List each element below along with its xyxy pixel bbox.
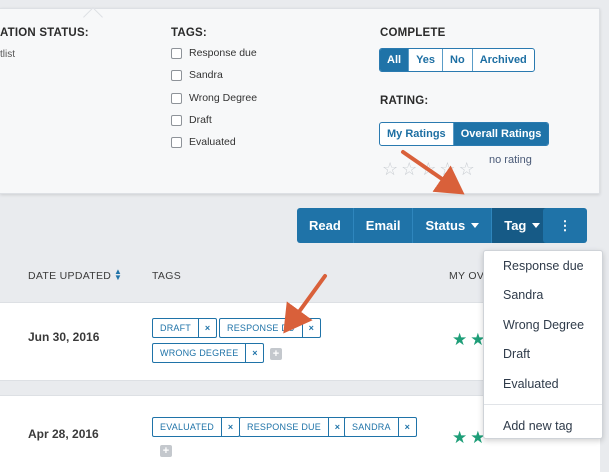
my-ratings-button[interactable]: My Ratings [380, 123, 453, 145]
no-rating-link[interactable]: no rating [489, 154, 532, 166]
star-filled-icon[interactable]: ★ [452, 331, 467, 348]
remove-tag-icon[interactable]: × [301, 319, 320, 337]
complete-filter-title: COMPLETE [380, 27, 446, 39]
column-header-tags: TAGS [152, 270, 182, 282]
tag-chip: DRAFT × [152, 318, 217, 338]
tag-dropdown-menu: Response due Sandra Wrong Degree Draft E… [483, 250, 603, 439]
remove-tag-icon[interactable]: × [198, 319, 216, 337]
menu-item-draft[interactable]: Draft [503, 347, 530, 361]
star-filled-icon[interactable]: ★ [452, 429, 467, 446]
row-date: Jun 30, 2016 [28, 330, 100, 344]
tag-filter-wrong-degree[interactable]: Wrong Degree [171, 92, 257, 104]
rating-filter-title: RATING: [380, 95, 429, 107]
chevron-down-icon [532, 223, 541, 228]
checkbox-label: Draft [189, 114, 212, 126]
checkbox-label: Wrong Degree [189, 92, 258, 104]
tag-chip-label: EVALUATED [160, 422, 214, 432]
menu-item-add-new-tag[interactable]: Add new tag [503, 419, 573, 433]
tag-filter-sandra[interactable]: Sandra [171, 69, 223, 81]
add-tag-icon[interactable]: + [270, 348, 282, 360]
checkbox-label: Evaluated [189, 136, 236, 148]
application-status-option[interactable]: tlist [0, 49, 15, 60]
menu-divider [484, 404, 602, 405]
tag-chip-label: RESPONSE DUE [247, 422, 321, 432]
checkbox[interactable] [171, 136, 182, 148]
remove-tag-icon[interactable]: × [220, 418, 239, 436]
star-outline-icon[interactable]: ☆ [420, 160, 436, 178]
star-outline-icon[interactable]: ☆ [382, 160, 398, 178]
tag-chip-label: SANDRA [352, 422, 391, 432]
application-status-title: ATION STATUS: [0, 27, 89, 39]
row-rating-stars[interactable]: ★ ★ [452, 429, 486, 446]
tag-filter-response-due[interactable]: Response due [171, 47, 257, 59]
panel-notch [83, 7, 103, 27]
column-header-date-updated[interactable]: DATE UPDATED [28, 270, 111, 282]
rating-filter-stars[interactable]: ☆ ☆ ☆ ☆ ☆ [382, 160, 475, 178]
row-date: Apr 28, 2016 [28, 427, 99, 441]
tag-chip: RESPONSE DUE × [239, 417, 347, 437]
filter-panel: ATION STATUS: tlist TAGS: Response due S… [0, 7, 600, 194]
tag-label: Tag [504, 218, 527, 233]
status-dropdown-button[interactable]: Status [413, 208, 493, 243]
read-button[interactable]: Read [297, 208, 354, 243]
overall-ratings-button[interactable]: Overall Ratings [452, 123, 549, 145]
remove-tag-icon[interactable]: × [397, 418, 416, 436]
tag-chip-label: DRAFT [160, 323, 191, 333]
complete-yes-button[interactable]: Yes [408, 49, 442, 71]
checkbox-label: Response due [189, 47, 257, 59]
checkbox[interactable] [171, 92, 182, 104]
menu-item-wrong-degree[interactable]: Wrong Degree [503, 318, 584, 332]
chevron-down-icon [471, 223, 480, 228]
tag-chip: RESPONSE DU × [219, 318, 321, 338]
row-rating-stars[interactable]: ★ ★ [452, 331, 486, 348]
remove-tag-icon[interactable]: × [245, 344, 263, 362]
star-outline-icon[interactable]: ☆ [459, 160, 475, 178]
menu-item-evaluated[interactable]: Evaluated [503, 377, 559, 391]
tag-chip-label: WRONG DEGREE [160, 348, 239, 358]
more-actions-wrapper: ⋮ [543, 208, 587, 243]
tag-chip: WRONG DEGREE × [152, 343, 265, 363]
rating-segmented-control: My Ratings Overall Ratings [379, 122, 550, 146]
complete-all-button[interactable]: All [380, 49, 409, 71]
complete-no-button[interactable]: No [442, 49, 472, 71]
checkbox[interactable] [171, 114, 182, 126]
tag-chip: SANDRA × [344, 417, 417, 437]
tag-chip-label: RESPONSE DU [227, 323, 295, 333]
menu-item-response-due[interactable]: Response due [503, 259, 584, 273]
complete-segmented-control: All Yes No Archived [379, 48, 535, 72]
sort-icon[interactable]: ▲ ▼ [114, 268, 122, 282]
menu-item-sandra[interactable]: Sandra [503, 288, 543, 302]
tag-filter-evaluated[interactable]: Evaluated [171, 136, 236, 148]
add-tag-icon[interactable]: + [160, 445, 172, 457]
complete-archived-button[interactable]: Archived [471, 49, 534, 71]
status-label: Status [425, 218, 466, 233]
bulk-action-toolbar: Read Email Status Tag [297, 208, 554, 243]
star-outline-icon[interactable]: ☆ [401, 160, 417, 178]
checkbox[interactable] [171, 47, 182, 59]
star-outline-icon[interactable]: ☆ [439, 160, 455, 178]
checkbox-label: Sandra [189, 69, 223, 81]
tags-filter-title: TAGS: [171, 27, 207, 39]
checkbox[interactable] [171, 69, 182, 81]
tag-filter-draft[interactable]: Draft [171, 114, 212, 126]
tag-chip: EVALUATED × [152, 417, 240, 437]
more-actions-button[interactable]: ⋮ [543, 208, 587, 243]
email-button[interactable]: Email [354, 208, 414, 243]
